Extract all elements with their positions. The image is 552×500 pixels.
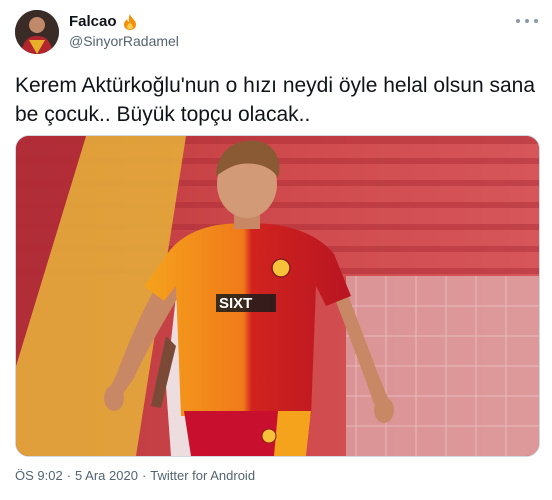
tweet-media-image[interactable]: SIXT <box>15 135 540 457</box>
tweet-text-line-1: Kerem Aktürkoğlu'nun o hızı neydi öyle h… <box>15 74 535 97</box>
author-display-name[interactable]: Falcao <box>69 13 117 30</box>
meta-separator: · <box>66 468 72 483</box>
tweet-source[interactable]: Twitter for Android <box>150 468 255 483</box>
fire-emoji-icon <box>123 13 137 30</box>
tweet-text-line-2: be çocuk.. Büyük topçu olacak.. <box>15 103 311 126</box>
author-handle[interactable]: @SinyorRadamel <box>69 33 179 49</box>
player-photo: SIXT <box>16 136 539 456</box>
author-name-row: Falcao <box>69 13 137 30</box>
more-options-icon[interactable] <box>516 14 538 28</box>
author-avatar[interactable] <box>15 10 59 54</box>
tweet-meta: ÖS 9:02 · 5 Ara 2020 · Twitter for Andro… <box>15 468 255 483</box>
tweet-date[interactable]: 5 Ara 2020 <box>75 468 138 483</box>
tweet-card: Falcao @SinyorRadamel Kerem Aktürkoğlu'n… <box>0 0 552 500</box>
tweet-time[interactable]: ÖS 9:02 <box>15 468 63 483</box>
svg-text:SIXT: SIXT <box>219 295 252 312</box>
meta-separator: · <box>141 468 147 483</box>
tweet-text: Kerem Aktürkoğlu'nun o hızı neydi öyle h… <box>15 71 540 129</box>
